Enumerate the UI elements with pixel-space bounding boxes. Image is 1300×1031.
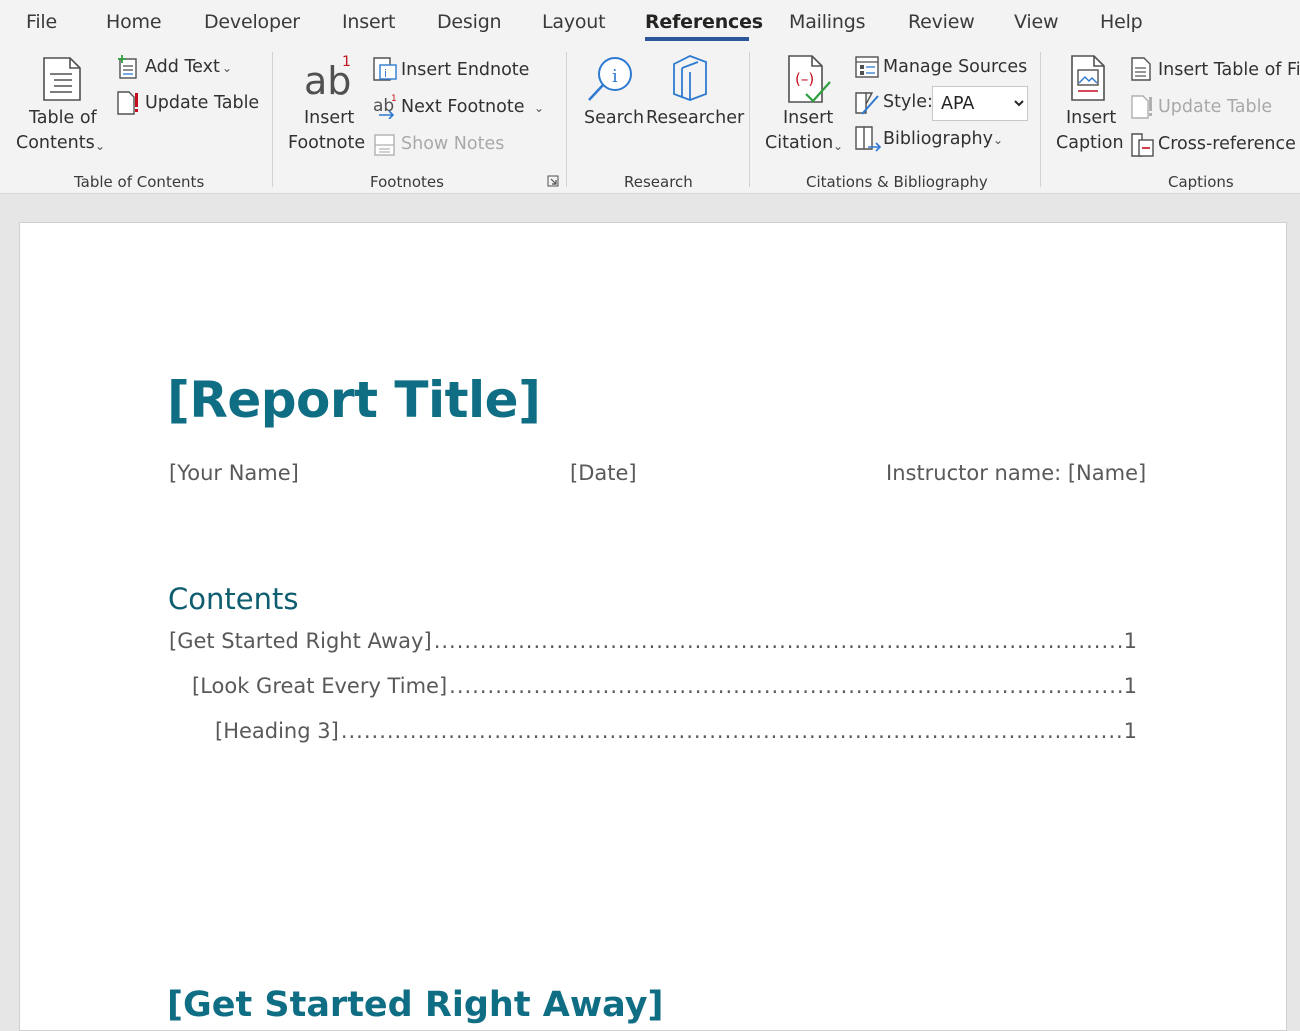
author-name[interactable]: [Your Name] [169,461,299,485]
researcher-icon [673,55,707,101]
section-heading[interactable]: [Get Started Right Away] [167,985,664,1025]
add-text-icon [118,55,137,79]
group-label-captions: Captions [1168,173,1234,191]
toc-page-number: 1 [1123,719,1137,743]
tab-design[interactable]: Design [437,11,502,33]
tab-layout[interactable]: Layout [542,11,606,33]
cross-reference-icon [1131,133,1154,157]
style-dropdown[interactable]: APA [932,86,1028,121]
insert-footnote-label-2: Footnote [288,133,366,153]
tab-home[interactable]: Home [106,11,162,33]
insert-table-of-figures-label: Insert Table of Fig [1158,60,1300,80]
insert-endnote-label: Insert Endnote [401,60,530,80]
show-notes-label: Show Notes [401,134,505,154]
next-footnote-label: Next Footnote [401,97,525,117]
tab-insert[interactable]: Insert [342,11,395,33]
menu-bar: File Home Developer Insert Design Layout… [0,0,1300,46]
toc-entry-text: [Get Started Right Away] [169,629,432,653]
svg-text:(–): (–) [795,70,814,88]
group-separator [566,52,567,187]
tab-references[interactable]: References [645,11,763,33]
svg-text:i: i [612,66,618,87]
svg-text:1: 1 [391,94,397,104]
update-table-icon [117,91,138,115]
insert-citation-icon: (–) [788,55,831,103]
table-of-contents-label-2: Contents [16,133,95,153]
tab-file[interactable]: File [26,11,57,33]
chevron-down-icon[interactable]: ⌄ [534,101,544,115]
group-separator [1040,52,1041,187]
toc-page-number: 1 [1123,674,1137,698]
tab-mailings[interactable]: Mailings [789,11,865,33]
next-footnote-icon: ab 1 [373,94,397,119]
insert-caption-icon [1071,55,1105,101]
search-label: Search [584,108,645,128]
group-label-footnotes: Footnotes [370,173,444,191]
active-tab-indicator [645,37,749,41]
tab-view[interactable]: View [1014,11,1058,33]
insert-citation-label-2: Citation [765,133,834,153]
toc-dot-leader: ........................................… [433,629,1122,653]
chevron-down-icon: ⌄ [833,139,844,153]
insert-citation-label-1: Insert [783,108,834,128]
insert-table-of-figures-icon [1131,57,1151,81]
document-page[interactable]: [Report Title] [Your Name] [Date] Instru… [19,222,1287,1031]
table-of-contents-icon [43,57,81,101]
insert-caption-label-1: Insert [1066,108,1117,128]
insert-endnote-icon: i [373,57,397,81]
update-table-label: Update Table [1158,97,1273,117]
manage-sources-label: Manage Sources [883,57,1028,77]
instructor-name[interactable]: Instructor name: [Name] [886,461,1146,485]
toc-dot-leader: ........................................… [340,719,1122,743]
show-notes-icon [374,134,395,156]
chevron-down-icon: ⌄ [222,61,233,75]
tab-help[interactable]: Help [1100,11,1143,33]
group-separator [749,52,750,187]
toc-entry-text: [Heading 3] [215,719,339,743]
chevron-down-icon: ⌄ [95,139,106,153]
tab-review[interactable]: Review [908,11,975,33]
toc-page-number: 1 [1123,629,1137,653]
search-icon: i [588,57,632,101]
style-label: Style: [883,92,933,112]
svg-text:i: i [384,67,387,80]
add-text-label: Add Text [145,57,220,77]
toc-entry[interactable]: [Heading 3] ............................… [215,719,1137,747]
group-separator [272,52,273,187]
insert-footnote-icon: ab 1 [304,54,351,102]
manage-sources-icon [855,56,879,78]
group-label-table-of-contents: Table of Contents [74,173,205,191]
researcher-label: Researcher [646,108,745,128]
toc-entry[interactable]: [Look Great Every Time] ................… [192,674,1137,702]
group-label-research: Research [624,173,693,191]
insert-caption-label-2: Caption [1056,133,1124,153]
document-date[interactable]: [Date] [570,461,637,485]
svg-text:1: 1 [342,54,351,70]
update-table-icon [1131,95,1152,119]
cross-reference-label: Cross-reference [1158,134,1296,154]
dialog-launcher-icon[interactable] [547,175,559,187]
chevron-down-icon: ⌄ [993,133,1004,147]
ribbon: File Home Developer Insert Design Layout… [0,0,1300,194]
group-label-citations-bibliography: Citations & Bibliography [806,173,988,191]
bibliography-label: Bibliography [883,129,993,149]
insert-footnote-label-1: Insert [304,108,355,128]
update-table-label: Update Table [145,93,260,113]
tab-developer[interactable]: Developer [204,11,300,33]
toc-entry-text: [Look Great Every Time] [192,674,448,698]
bibliography-icon [855,126,882,152]
contents-heading[interactable]: Contents [168,582,298,616]
toc-dot-leader: ........................................… [449,674,1121,698]
report-title[interactable]: [Report Title] [167,371,541,429]
toc-entry[interactable]: [Get Started Right Away] ...............… [169,629,1137,657]
table-of-contents-label-1: Table of [29,108,97,128]
style-icon [855,92,879,115]
